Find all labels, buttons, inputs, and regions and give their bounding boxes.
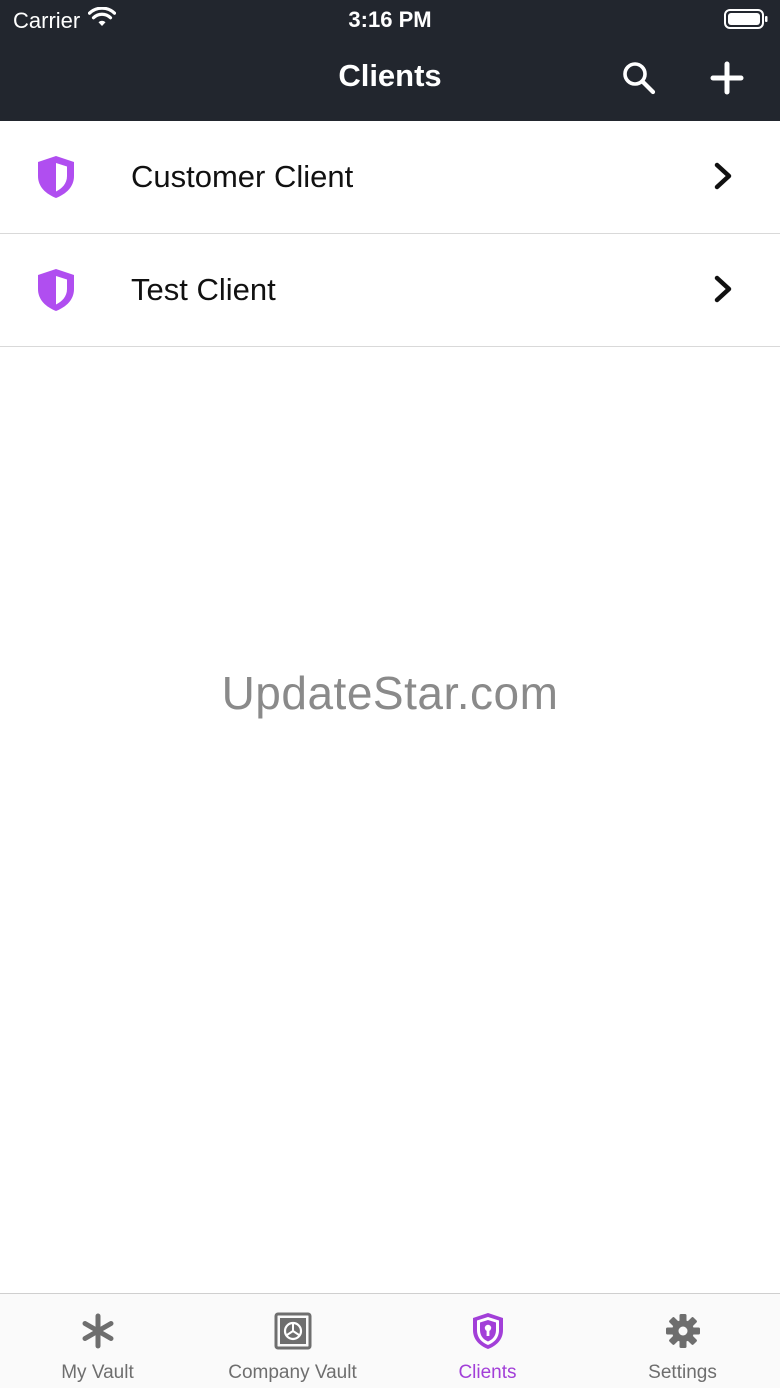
search-button[interactable] (617, 58, 661, 102)
tab-label: Company Vault (228, 1362, 357, 1383)
shield-icon (35, 267, 77, 313)
tab-label: Settings (648, 1362, 717, 1383)
wifi-icon (88, 6, 117, 35)
status-time: 3:16 PM (348, 7, 432, 32)
tab-label: Clients (458, 1362, 517, 1383)
client-name: Customer Client (131, 159, 354, 194)
watermark: UpdateStar.com (221, 667, 559, 719)
chevron-right-icon (711, 274, 735, 304)
status-carrier: Carrier (13, 6, 117, 35)
shield-icon (35, 154, 77, 200)
battery-icon (724, 9, 768, 29)
carrier-label: Carrier (13, 8, 81, 33)
tab-my-vault[interactable]: My Vault (0, 1294, 195, 1388)
shield-keyhole-icon (468, 1311, 508, 1351)
list-item[interactable]: Customer Client (0, 121, 780, 234)
client-list: Customer Client Test Client (0, 121, 780, 347)
plus-icon (710, 61, 744, 100)
tab-clients[interactable]: Clients (390, 1294, 585, 1388)
tab-label: My Vault (61, 1362, 134, 1383)
gear-icon (663, 1311, 703, 1351)
navigation-bar: Carrier 3:16 PM Clients (0, 0, 780, 121)
safe-icon (273, 1311, 313, 1351)
asterisk-icon (78, 1311, 118, 1351)
client-name: Test Client (131, 272, 276, 307)
page-title: Clients (338, 58, 442, 93)
search-icon (621, 60, 657, 101)
list-item[interactable]: Test Client (0, 234, 780, 347)
tab-bar: My Vault Company Vault Clients Settings (0, 1293, 780, 1388)
chevron-right-icon (711, 161, 735, 191)
tab-company-vault[interactable]: Company Vault (195, 1294, 390, 1388)
tab-settings[interactable]: Settings (585, 1294, 780, 1388)
add-client-button[interactable] (705, 58, 749, 102)
